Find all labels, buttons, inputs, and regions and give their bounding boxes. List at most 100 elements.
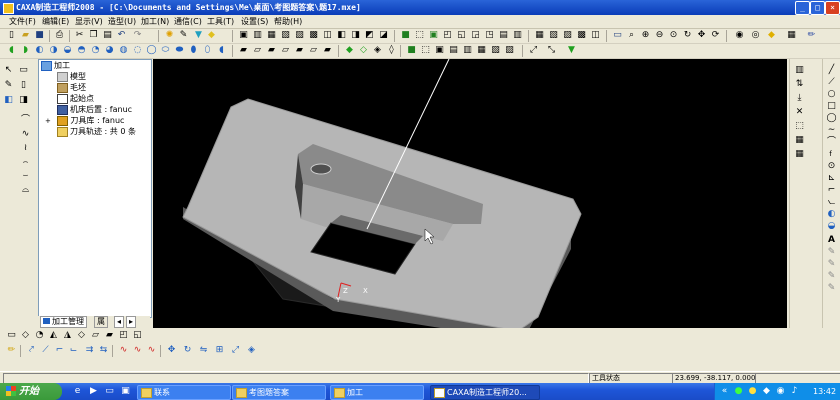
tree-item-blank[interactable]: 毛坯 bbox=[57, 82, 86, 93]
zoom-in-icon[interactable]: ⊕ bbox=[640, 30, 651, 41]
menu-view[interactable]: 显示(V) bbox=[75, 16, 103, 27]
redo-icon[interactable]: ↷ bbox=[132, 30, 143, 41]
machining2-icon[interactable]: ⬚ bbox=[420, 45, 431, 56]
render4-icon[interactable]: ▤ bbox=[498, 30, 509, 41]
view-right-icon[interactable]: ◫ bbox=[322, 30, 333, 41]
taskbar-button-contact[interactable]: 联系 bbox=[137, 385, 231, 400]
machining6-icon[interactable]: ▦ bbox=[476, 45, 487, 56]
minimize-icon[interactable]: _ bbox=[795, 1, 810, 15]
fillet-icon[interactable]: ◍ bbox=[118, 45, 129, 56]
mirror-2d-icon[interactable]: ⇋ bbox=[198, 345, 209, 356]
tree-item-tool-library[interactable]: + 刀具库 : fanuc bbox=[45, 115, 124, 126]
shade-edges-icon[interactable]: ▣ bbox=[428, 30, 439, 41]
highlight-icon[interactable]: ◆ bbox=[766, 30, 777, 41]
trim-icon[interactable]: ⤤ bbox=[26, 345, 37, 356]
3d-viewport[interactable]: Z X Y bbox=[153, 59, 787, 328]
quicklaunch-ie-icon[interactable]: e bbox=[72, 386, 83, 397]
print-icon[interactable]: ⎙ bbox=[54, 30, 65, 41]
rt-icon-7[interactable]: ▦ bbox=[794, 149, 805, 160]
view-iso-icon[interactable]: ▧ bbox=[280, 30, 291, 41]
text-icon[interactable]: A bbox=[826, 235, 837, 246]
machining5-icon[interactable]: ▥ bbox=[462, 45, 473, 56]
extrude-icon[interactable]: ◗ bbox=[20, 45, 31, 56]
grid-icon[interactable]: ▦ bbox=[786, 30, 797, 41]
tree-item-toolpath[interactable]: 刀具轨迹 : 共 0 条 bbox=[57, 126, 136, 137]
display2-icon[interactable]: ◎ bbox=[750, 30, 761, 41]
save-icon[interactable]: ■ bbox=[34, 30, 45, 41]
bt1-icon-5[interactable]: ◮ bbox=[62, 330, 73, 341]
curve-smooth-icon[interactable]: ∿ bbox=[118, 345, 129, 356]
render-icon[interactable]: ◱ bbox=[456, 30, 467, 41]
surface6-icon[interactable]: ▱ bbox=[308, 45, 319, 56]
array-icon[interactable]: ⊞ bbox=[214, 345, 225, 356]
curve-icon[interactable]: ⌒ bbox=[20, 115, 31, 126]
bt1-icon-9[interactable]: ◰ bbox=[118, 330, 129, 341]
pencil-icon[interactable]: ✏ bbox=[6, 345, 17, 356]
bt1-icon-10[interactable]: ◱ bbox=[132, 330, 143, 341]
close-icon[interactable]: × bbox=[825, 1, 840, 15]
plane2-icon[interactable]: ◨ bbox=[18, 95, 29, 106]
chamfer-curve-icon[interactable]: ⌙ bbox=[68, 345, 79, 356]
surface-icon[interactable]: ▰ bbox=[238, 45, 249, 56]
sweep-icon[interactable]: ◑ bbox=[48, 45, 59, 56]
rt-icon-6[interactable]: ▦ bbox=[794, 135, 805, 146]
sketch-icon[interactable]: ✎ bbox=[3, 80, 14, 91]
solid4-icon[interactable]: ◊ bbox=[386, 45, 397, 56]
menu-help[interactable]: 帮助(H) bbox=[274, 16, 302, 27]
shell-icon[interactable]: ◕ bbox=[104, 45, 115, 56]
ellipse-icon[interactable]: ◯ bbox=[826, 113, 837, 124]
tree-item-start-point[interactable]: 起始点 bbox=[57, 93, 94, 104]
surface5-icon[interactable]: ▰ bbox=[294, 45, 305, 56]
measure2-icon[interactable]: ⤡ bbox=[546, 45, 557, 56]
machining3-icon[interactable]: ▣ bbox=[434, 45, 445, 56]
rotate-2d-icon[interactable]: ↻ bbox=[182, 345, 193, 356]
curve-fit-icon[interactable]: ∿ bbox=[132, 345, 143, 356]
hole-icon[interactable]: ◯ bbox=[146, 45, 157, 56]
taskbar-button-answers[interactable]: 考图题答案 bbox=[232, 385, 326, 400]
bt1-icon-3[interactable]: ◔ bbox=[34, 330, 45, 341]
render3-icon[interactable]: ◳ bbox=[484, 30, 495, 41]
bt1-icon-8[interactable]: ▰ bbox=[104, 330, 115, 341]
open-file-icon[interactable]: ▰ bbox=[20, 30, 31, 41]
tab-scroll-left[interactable]: ◂ bbox=[114, 316, 125, 328]
view-bottom-icon[interactable]: ▩ bbox=[308, 30, 319, 41]
machining-icon[interactable]: ■ bbox=[406, 45, 417, 56]
tab-properties[interactable]: 属 bbox=[94, 316, 108, 328]
cut-extrude-icon[interactable]: ◓ bbox=[76, 45, 87, 56]
bt1-icon-6[interactable]: ◇ bbox=[76, 330, 87, 341]
render2-icon[interactable]: ◲ bbox=[470, 30, 481, 41]
view-top-icon[interactable]: ▦ bbox=[266, 30, 277, 41]
undo-icon[interactable]: ↶ bbox=[116, 30, 127, 41]
quicklaunch-app-icon[interactable]: ▣ bbox=[120, 386, 131, 397]
surface3-icon[interactable]: ▰ bbox=[266, 45, 277, 56]
select-window-icon[interactable]: ▭ bbox=[18, 65, 29, 76]
expand-plus-icon[interactable]: + bbox=[45, 117, 51, 125]
taskbar-button-caxa[interactable]: CAXA制造工程师20... bbox=[430, 385, 540, 400]
function-curve-icon[interactable]: f bbox=[825, 149, 836, 160]
scale-icon[interactable]: ◖ bbox=[216, 45, 227, 56]
rt-icon-3[interactable]: ⤓ bbox=[794, 93, 805, 104]
surface7-icon[interactable]: ▰ bbox=[322, 45, 333, 56]
transform-icon[interactable]: ◈ bbox=[246, 345, 257, 356]
fillet-curve-icon[interactable]: ⌐ bbox=[54, 345, 65, 356]
rotate-icon[interactable]: ↻ bbox=[682, 30, 693, 41]
polyline-icon[interactable]: ⟋ bbox=[826, 77, 837, 88]
bt1-icon-4[interactable]: ◭ bbox=[48, 330, 59, 341]
rt-icon-4[interactable]: ✕ bbox=[794, 107, 805, 118]
join-icon[interactable]: ⇆ bbox=[98, 345, 109, 356]
bt1-icon-2[interactable]: ◇ bbox=[20, 330, 31, 341]
view-front-icon[interactable]: ▣ bbox=[238, 30, 249, 41]
menu-communication[interactable]: 通信(C) bbox=[174, 16, 202, 27]
view-normal-icon[interactable]: ◩ bbox=[364, 30, 375, 41]
quicklaunch-media-icon[interactable]: ▶ bbox=[88, 386, 99, 397]
filter-icon[interactable]: ▼ bbox=[193, 30, 204, 41]
start-button[interactable]: 开始 bbox=[0, 383, 62, 400]
chamfer-icon[interactable]: ◌ bbox=[132, 45, 143, 56]
offset-icon[interactable]: ⊾ bbox=[826, 173, 837, 184]
curve-convert-icon[interactable]: ∿ bbox=[146, 345, 157, 356]
feature-icon[interactable]: ◖ bbox=[6, 45, 17, 56]
tray-icon-3[interactable]: ◆ bbox=[761, 386, 772, 397]
view-back-icon[interactable]: ▨ bbox=[294, 30, 305, 41]
menu-edit[interactable]: 编辑(E) bbox=[42, 16, 69, 27]
rib-icon[interactable]: ⬭ bbox=[160, 45, 171, 56]
